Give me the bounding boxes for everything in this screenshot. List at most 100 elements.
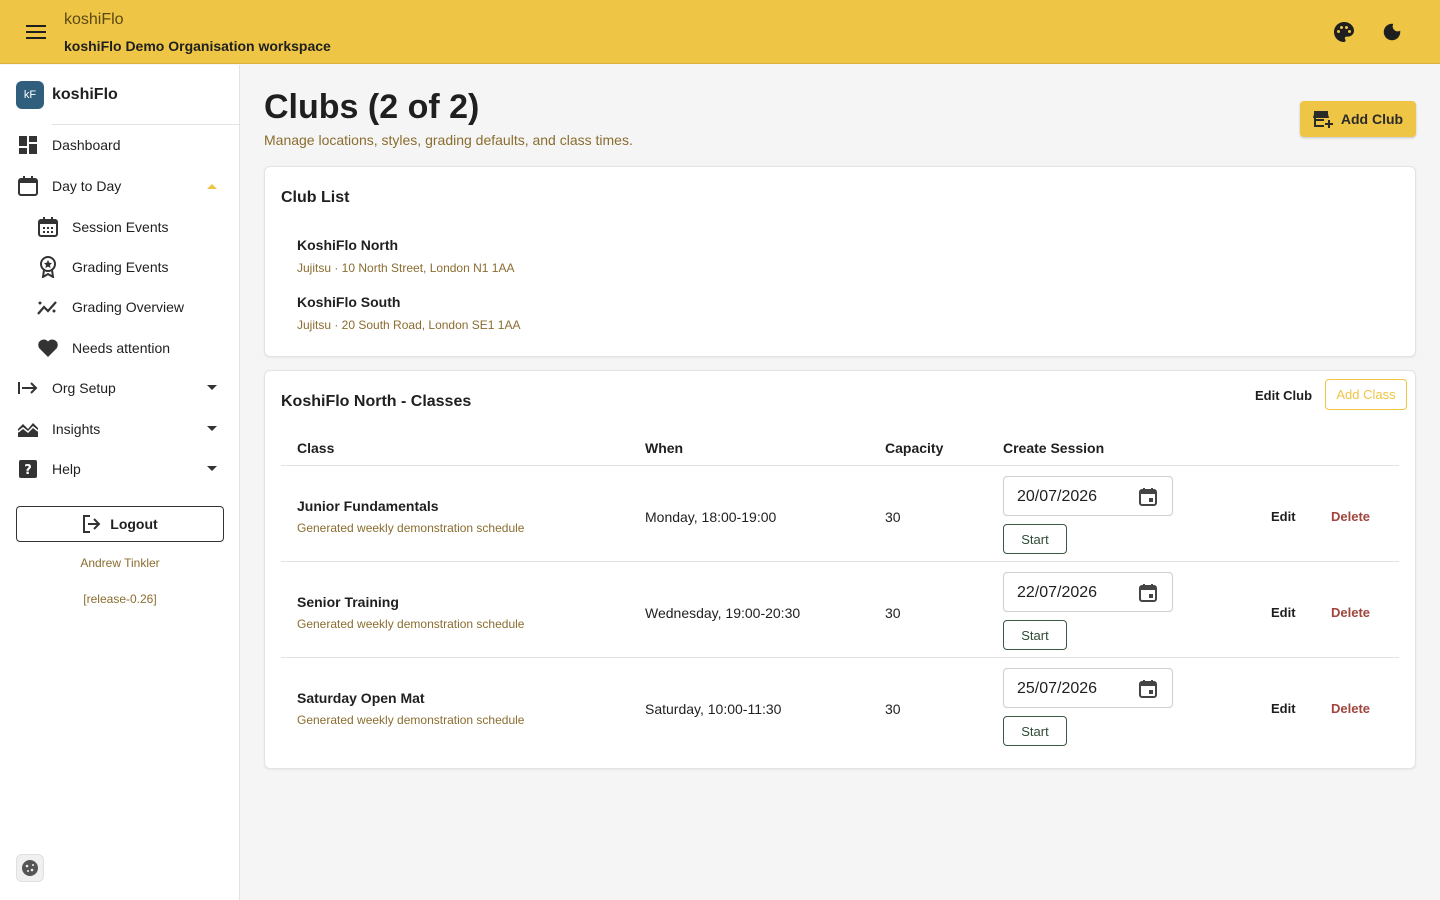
club-name: KoshiFlo North bbox=[297, 237, 399, 253]
sidebar-item-label: Grading Overview bbox=[72, 299, 185, 315]
caret-down-icon[interactable] bbox=[204, 461, 220, 477]
dark-mode-moon-icon[interactable] bbox=[1378, 18, 1406, 46]
club-item-north[interactable]: KoshiFlo North Jujitsu · 10 North Street… bbox=[297, 237, 514, 275]
logout-label: Logout bbox=[110, 516, 158, 532]
class-name: Junior Fundamentals bbox=[297, 498, 439, 514]
class-description: Generated weekly demonstration schedule bbox=[297, 521, 525, 535]
brand-logo: kF bbox=[16, 81, 44, 109]
heart-icon bbox=[36, 336, 60, 360]
caret-down-icon[interactable] bbox=[204, 421, 220, 437]
calendar-icon bbox=[16, 174, 40, 198]
class-when: Wednesday, 19:00-20:30 bbox=[645, 605, 801, 621]
sidebar-item-day-to-day[interactable]: Day to Day bbox=[0, 166, 240, 206]
column-header-class: Class bbox=[297, 440, 335, 456]
class-when: Monday, 18:00-19:00 bbox=[645, 509, 777, 525]
table-row: Saturday Open Mat Generated weekly demon… bbox=[281, 658, 1399, 754]
palette-icon[interactable] bbox=[1330, 18, 1358, 46]
help-question-icon: ? bbox=[16, 457, 40, 481]
delete-class-button[interactable]: Delete bbox=[1331, 509, 1370, 524]
class-capacity: 30 bbox=[885, 701, 901, 717]
class-description: Generated weekly demonstration schedule bbox=[297, 713, 525, 727]
start-session-button[interactable]: Start bbox=[1003, 620, 1067, 650]
start-session-button[interactable]: Start bbox=[1003, 524, 1067, 554]
sidebar-item-label: Insights bbox=[52, 421, 101, 437]
sidebar-item-insights[interactable]: Insights bbox=[0, 409, 240, 449]
club-name: KoshiFlo South bbox=[297, 294, 401, 310]
session-date-input[interactable]: 22/07/2026 bbox=[1003, 572, 1173, 612]
session-date-value: 22/07/2026 bbox=[1017, 584, 1098, 601]
sidebar-item-needs-attention[interactable]: Needs attention bbox=[0, 328, 240, 368]
class-description: Generated weekly demonstration schedule bbox=[297, 617, 525, 631]
club-meta: Jujitsu · 20 South Road, London SE1 1AA bbox=[297, 318, 521, 332]
calendar-grid-icon bbox=[36, 215, 60, 239]
class-capacity: 30 bbox=[885, 509, 901, 525]
caret-down-icon[interactable] bbox=[204, 380, 220, 396]
area-chart-icon bbox=[16, 417, 40, 441]
add-club-label: Add Club bbox=[1340, 111, 1404, 127]
award-ribbon-icon bbox=[36, 255, 60, 279]
top-app-bar: koshiFlo koshiFlo Demo Organisation work… bbox=[0, 0, 1440, 64]
logout-icon bbox=[83, 515, 101, 533]
edit-club-button[interactable]: Edit Club bbox=[1255, 380, 1312, 410]
trending-chart-icon bbox=[36, 295, 60, 319]
svg-text:?: ? bbox=[24, 463, 32, 478]
logout-button[interactable]: Logout bbox=[16, 506, 224, 542]
sidebar-item-dashboard[interactable]: Dashboard bbox=[0, 125, 240, 165]
club-list-title: Club List bbox=[281, 189, 350, 206]
club-item-south[interactable]: KoshiFlo South Jujitsu · 20 South Road, … bbox=[297, 294, 520, 332]
sidebar-item-session-events[interactable]: Session Events bbox=[0, 207, 240, 247]
sidebar-item-label: Grading Events bbox=[72, 259, 169, 275]
session-date-input[interactable]: 20/07/2026 bbox=[1003, 476, 1173, 516]
brand[interactable]: kF koshiFlo bbox=[16, 81, 118, 109]
sidebar-item-label: Day to Day bbox=[52, 178, 122, 194]
user-name: Andrew Tinkler bbox=[80, 556, 160, 570]
calendar-icon[interactable] bbox=[1136, 581, 1160, 605]
caret-up-icon[interactable] bbox=[204, 178, 220, 194]
add-store-icon bbox=[1312, 111, 1333, 128]
delete-class-button[interactable]: Delete bbox=[1331, 605, 1370, 620]
class-when: Saturday, 10:00-11:30 bbox=[645, 701, 782, 717]
sidebar-item-grading-overview[interactable]: Grading Overview bbox=[0, 287, 240, 327]
start-session-button[interactable]: Start bbox=[1003, 716, 1067, 746]
sidebar-item-label: Help bbox=[52, 461, 81, 477]
sidebar-item-label: Needs attention bbox=[72, 340, 171, 356]
column-header-when: When bbox=[645, 440, 684, 456]
calendar-icon[interactable] bbox=[1136, 485, 1160, 509]
classes-card: KoshiFlo North - Classes Edit Club Add C… bbox=[264, 370, 1416, 769]
release-version: [release-0.26] bbox=[83, 592, 157, 606]
calendar-icon[interactable] bbox=[1136, 677, 1160, 701]
sidebar-item-help[interactable]: ? Help bbox=[0, 449, 240, 489]
club-meta: Jujitsu · 10 North Street, London N1 1AA bbox=[297, 261, 515, 275]
edit-class-button[interactable]: Edit bbox=[1271, 701, 1296, 716]
workspace-name: koshiFlo Demo Organisation workspace bbox=[64, 38, 331, 54]
cookie-icon[interactable] bbox=[16, 854, 44, 882]
classes-title: KoshiFlo North - Classes bbox=[281, 393, 472, 410]
hamburger-menu-icon[interactable] bbox=[16, 16, 56, 48]
delete-class-button[interactable]: Delete bbox=[1331, 701, 1370, 716]
class-name: Saturday Open Mat bbox=[297, 690, 425, 706]
arrow-right-to-bar-icon bbox=[16, 376, 40, 400]
edit-class-button[interactable]: Edit bbox=[1271, 509, 1296, 524]
table-row: Junior Fundamentals Generated weekly dem… bbox=[281, 466, 1399, 562]
column-header-create-session: Create Session bbox=[1003, 440, 1105, 456]
sidebar-item-label: Org Setup bbox=[52, 380, 116, 396]
table-row: Senior Training Generated weekly demonst… bbox=[281, 562, 1399, 658]
sidebar-item-org-setup[interactable]: Org Setup bbox=[0, 368, 240, 408]
club-list-card: Club List KoshiFlo North Jujitsu · 10 No… bbox=[264, 166, 1416, 357]
sidebar-item-label: Dashboard bbox=[52, 137, 121, 153]
column-header-capacity: Capacity bbox=[885, 440, 944, 456]
sidebar-item-label: Session Events bbox=[72, 219, 169, 235]
page-title: Clubs (2 of 2) bbox=[264, 88, 480, 126]
app-title: koshiFlo bbox=[64, 11, 124, 28]
session-date-value: 25/07/2026 bbox=[1017, 680, 1098, 697]
sidebar-item-grading-events[interactable]: Grading Events bbox=[0, 247, 240, 287]
dashboard-icon bbox=[16, 133, 40, 157]
add-club-button[interactable]: Add Club bbox=[1300, 101, 1416, 137]
session-date-input[interactable]: 25/07/2026 bbox=[1003, 668, 1173, 708]
add-class-button[interactable]: Add Class bbox=[1325, 379, 1407, 410]
class-capacity: 30 bbox=[885, 605, 901, 621]
brand-name: koshiFlo bbox=[52, 86, 118, 103]
class-name: Senior Training bbox=[297, 594, 399, 610]
edit-class-button[interactable]: Edit bbox=[1271, 605, 1296, 620]
session-date-value: 20/07/2026 bbox=[1017, 488, 1098, 505]
